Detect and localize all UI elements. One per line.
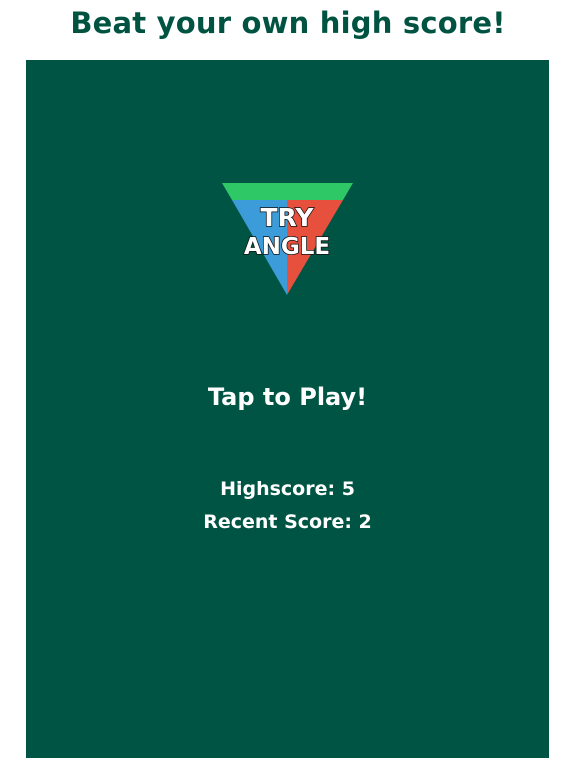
recent-score-label: Recent Score: 2 (203, 511, 372, 533)
logo-text-line2: ANGLE (244, 234, 330, 260)
game-screen[interactable]: TRY ANGLE Tap to Play! Highscore: 5 Rece… (26, 60, 549, 758)
try-angle-logo: TRY ANGLE (222, 183, 353, 298)
promo-headline: Beat your own high score! (70, 6, 506, 40)
highscore-label: Highscore: 5 (220, 478, 355, 500)
logo-top-segment (222, 183, 353, 200)
app-store-screenshot: Beat your own high score! TRY ANGLE Tap … (0, 0, 576, 768)
tap-to-play-prompt[interactable]: Tap to Play! (26, 383, 549, 411)
logo-text-line1: TRY (260, 203, 314, 232)
